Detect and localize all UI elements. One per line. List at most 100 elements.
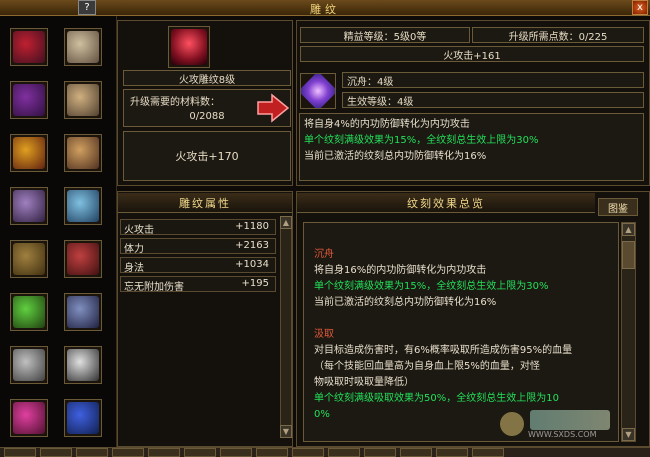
bottom-tab[interactable]: [76, 448, 108, 457]
rune-name: 火攻雕纹8级: [123, 70, 291, 86]
overview-line: 单个纹刻满级效果为15%，全纹刻总生效上限为30%: [314, 281, 549, 292]
rune-level: 沉舟：4级: [342, 72, 644, 88]
help-button[interactable]: ?: [78, 0, 96, 15]
attribute-row: 火攻击 +1180: [120, 219, 276, 236]
attribute-value: +2163: [235, 240, 269, 251]
equipment-slot[interactable]: [64, 293, 102, 331]
overview-line: 汲取: [314, 329, 334, 340]
blue-gem-icon: [67, 402, 99, 434]
equipment-slot[interactable]: [64, 187, 102, 225]
attributes-scrollbar[interactable]: ▲ ▼: [280, 216, 292, 438]
purple-rune-icon: [301, 74, 335, 108]
logo-mark: [530, 410, 610, 430]
attribute-row: 身法 +1034: [120, 257, 276, 274]
current-effect: 火攻击+170: [123, 131, 291, 181]
equipment-slot[interactable]: [64, 399, 102, 437]
catalog-button[interactable]: 图鉴: [598, 198, 638, 216]
equipment-slot[interactable]: [10, 81, 48, 119]
attr-scroll-up-button[interactable]: ▲: [280, 216, 292, 229]
overview-line: [314, 311, 610, 327]
overview-line: （每个技能回血量高为自身血上限5%的血量，对怪: [314, 361, 540, 372]
equipment-panel: [0, 16, 117, 457]
emblem-icon: [13, 190, 45, 222]
window-title: 雕纹: [310, 3, 340, 16]
next-effect: 火攻击+161: [300, 46, 644, 62]
bottom-tab[interactable]: [472, 448, 504, 457]
bottom-tab[interactable]: [256, 448, 288, 457]
attribute-value: +1034: [235, 259, 269, 270]
attribute-name: 体力: [124, 244, 144, 255]
description-line: 将自身4%的内功防御转化为内功攻击: [304, 119, 470, 130]
armor-icon: [13, 84, 45, 116]
equipment-slot[interactable]: [10, 240, 48, 278]
attribute-value: +195: [241, 278, 269, 289]
bottom-tab[interactable]: [220, 448, 252, 457]
ring-icon: [67, 84, 99, 116]
equipment-slot[interactable]: [10, 187, 48, 225]
attr-scroll-down-button[interactable]: ▼: [280, 425, 292, 438]
overview-line: 当前已激活的纹刻总内功防御转化为16%: [314, 297, 497, 308]
red-crystal-icon: [13, 31, 45, 63]
close-button[interactable]: x: [632, 0, 648, 15]
description-line: 单个纹刻满级效果为15%，全纹刻总生效上限为30%: [304, 135, 539, 146]
rune-icon-slot[interactable]: [300, 73, 336, 109]
bottom-tab[interactable]: [292, 448, 324, 457]
overview-line: 对目标造成伤害时，有6%概率吸取所造成伤害95%的血量: [314, 345, 573, 356]
equipment-slot[interactable]: [10, 28, 48, 66]
description-line: 当前已激活的纹刻总内功防御转化为16%: [304, 151, 487, 162]
attribute-name: 火攻击: [124, 225, 154, 236]
overview-line: 单个纹刻满级吸取效果为50%，全纹刻总生效上限为10: [314, 393, 559, 404]
selected-rune-slot[interactable]: [168, 26, 210, 68]
gauntlet-icon: [67, 243, 99, 275]
equipment-slot[interactable]: [64, 28, 102, 66]
equipment-slot[interactable]: [64, 346, 102, 384]
overview-line: 将自身16%的内功防御转化为内功攻击: [314, 265, 487, 276]
overview-line: 沉舟: [314, 249, 334, 260]
attribute-value: +1180: [235, 221, 269, 232]
bottom-tab[interactable]: [40, 448, 72, 457]
mascot-icon: [500, 412, 524, 436]
rune-description: 将自身4%的内功防御转化为内功攻击单个纹刻满级效果为15%，全纹刻总生效上限为3…: [299, 113, 644, 181]
equipment-slot[interactable]: [64, 134, 102, 172]
scroll-up-button[interactable]: ▲: [622, 223, 635, 236]
refine-level: 精益等级：5级0等: [300, 27, 470, 43]
bottom-tab[interactable]: [184, 448, 216, 457]
equipment-slot[interactable]: [64, 81, 102, 119]
bottom-tab[interactable]: [4, 448, 36, 457]
boots-gold-icon: [13, 137, 45, 169]
attribute-row: 忘无附加伤害 +195: [120, 276, 276, 293]
sword-icon: [67, 190, 99, 222]
material-label: 升级需要的材料数：: [130, 97, 220, 108]
scroll-thumb[interactable]: [622, 241, 635, 269]
necklace-icon: [13, 349, 45, 381]
upgrade-arrow-icon[interactable]: [256, 93, 290, 123]
equipment-slot[interactable]: [10, 134, 48, 172]
bottom-tab[interactable]: [112, 448, 144, 457]
bottom-tab[interactable]: [400, 448, 432, 457]
leg-guard-icon: [67, 296, 99, 328]
green-flower-icon: [13, 296, 45, 328]
pendant-icon: [67, 349, 99, 381]
bottom-tab[interactable]: [148, 448, 180, 457]
equipment-slot[interactable]: [64, 240, 102, 278]
overview-scrollbar[interactable]: ▲ ▼: [621, 222, 636, 442]
watermark-logo: WWW.SXDS.COM: [500, 410, 640, 440]
bracer-icon: [67, 137, 99, 169]
red-crystal-icon: [171, 29, 207, 65]
equipment-slot[interactable]: [10, 293, 48, 331]
upgrade-points: 升级所需点数：0/225: [472, 27, 644, 43]
attributes-title: 雕纹属性: [118, 193, 292, 213]
bottom-tab[interactable]: [364, 448, 396, 457]
overview-text: 沉舟将自身16%的内功防御转化为内功攻击单个纹刻满级效果为15%，全纹刻总生效上…: [303, 222, 619, 442]
effect-level: 生效等级：4级: [342, 92, 644, 108]
amulet-icon: [13, 402, 45, 434]
equipment-slot[interactable]: [10, 346, 48, 384]
overview-line: 物吸取时吸取量降低）: [314, 377, 414, 388]
bottom-tab[interactable]: [328, 448, 360, 457]
ring-icon: [67, 31, 99, 63]
bottom-tab[interactable]: [436, 448, 468, 457]
belt-icon: [13, 243, 45, 275]
attribute-name: 身法: [124, 263, 144, 274]
overview-title: 纹刻效果总览: [297, 193, 595, 213]
equipment-slot[interactable]: [10, 399, 48, 437]
